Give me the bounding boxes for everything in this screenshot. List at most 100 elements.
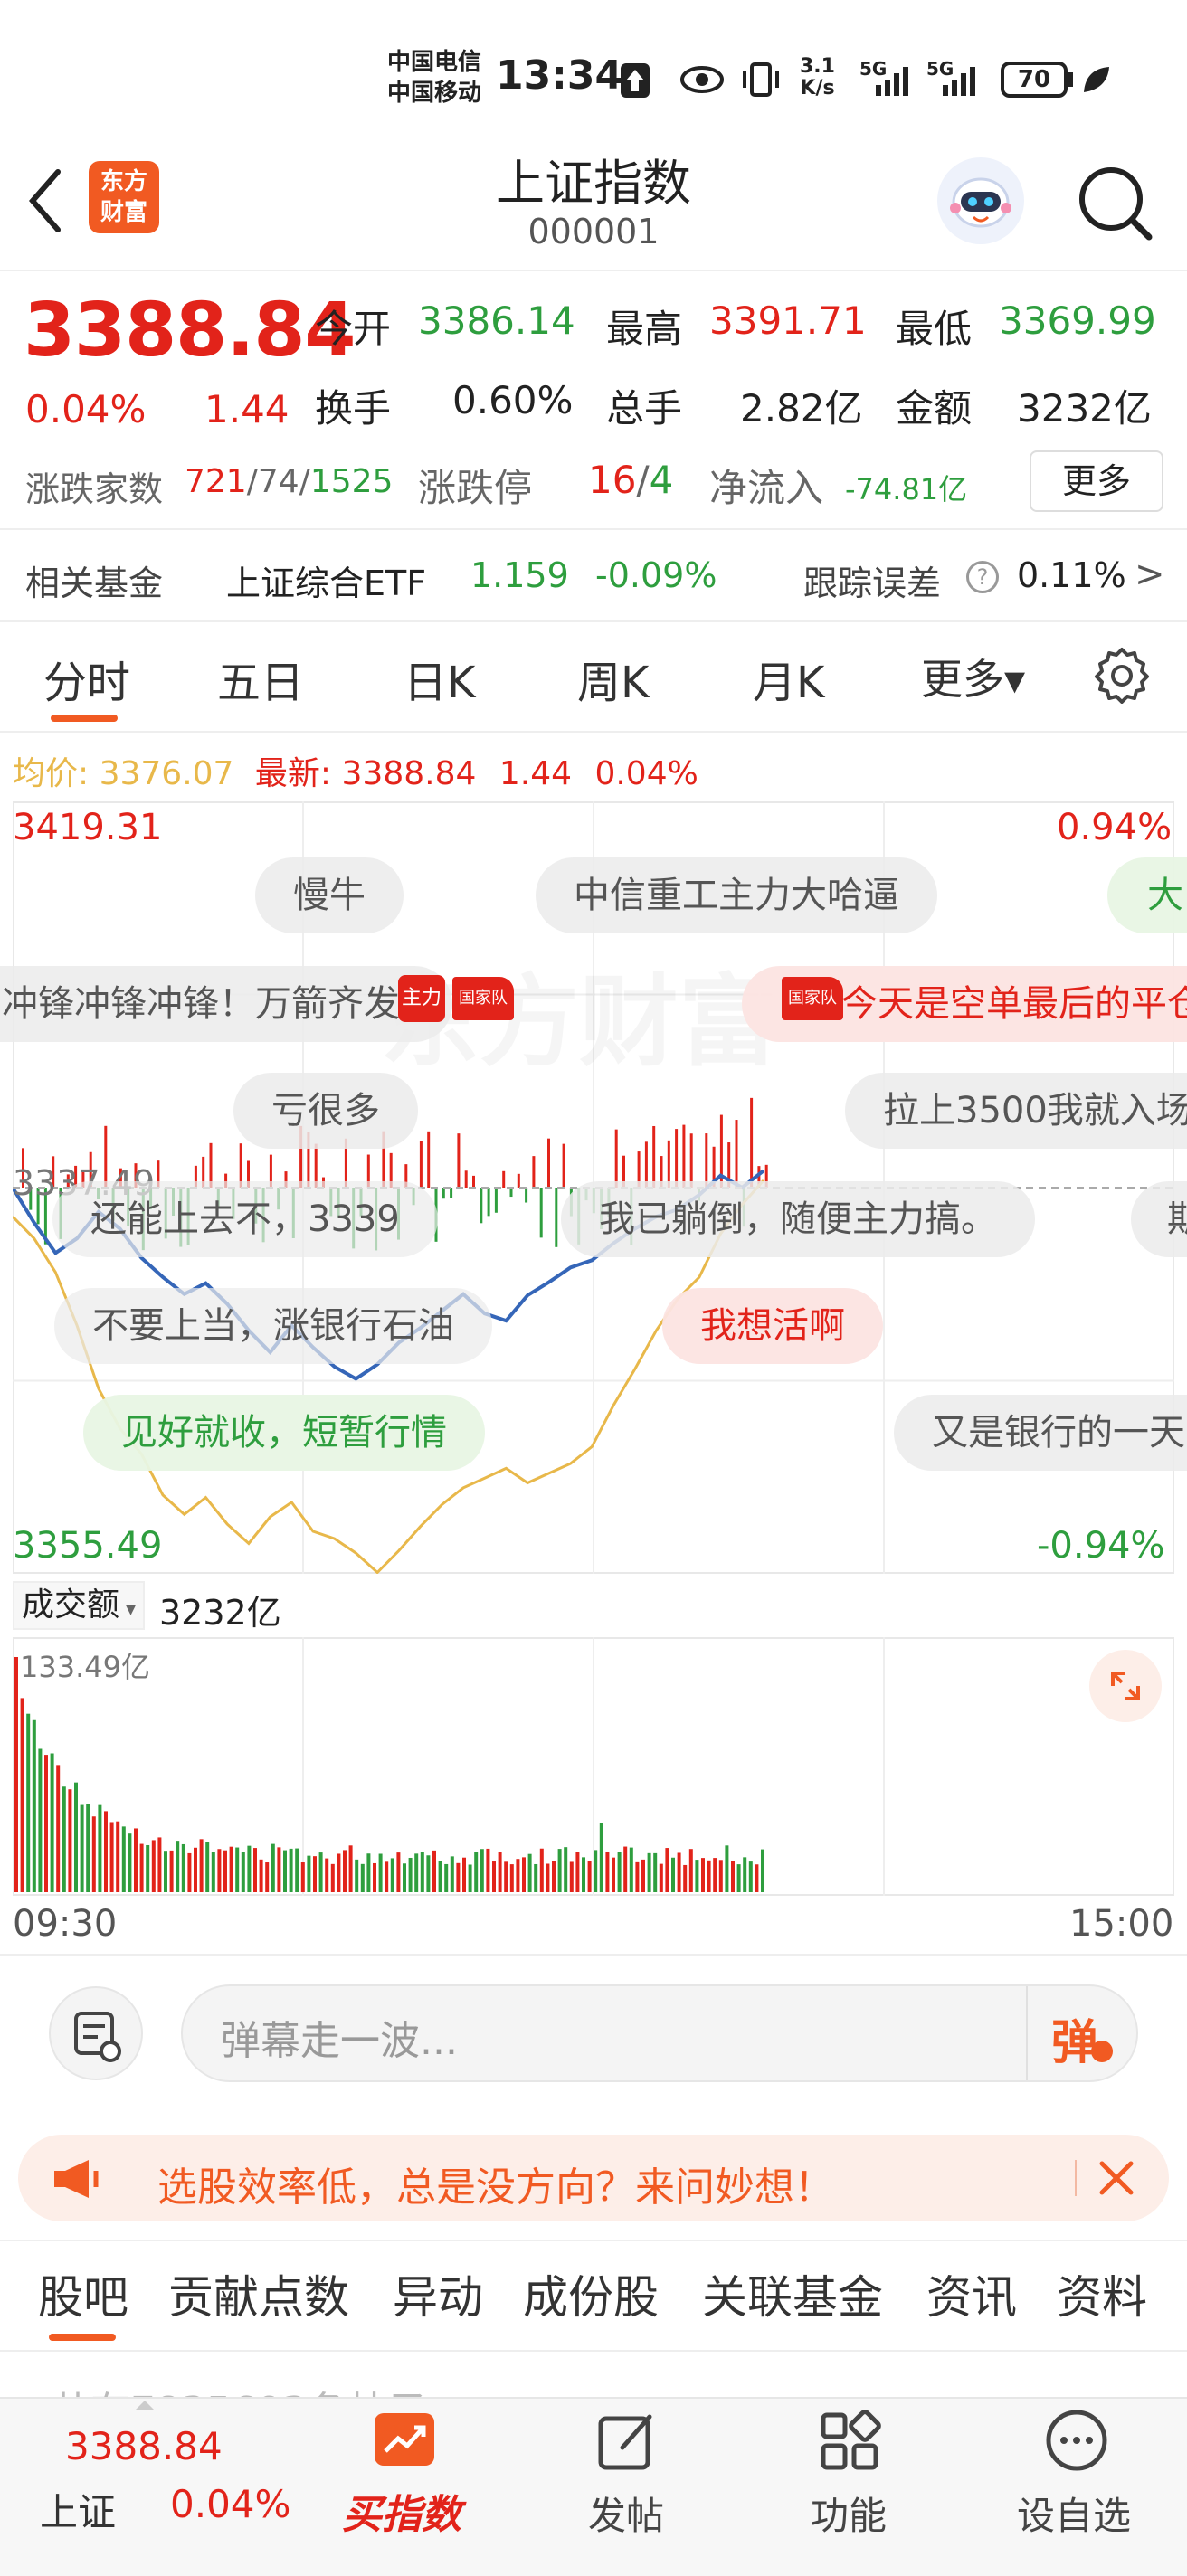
zhuli-badge-icon: 主力 (398, 975, 445, 1022)
danmu-settings-icon[interactable] (49, 1986, 143, 2080)
settings-gear-icon[interactable] (1093, 646, 1151, 707)
volume-bar (736, 1864, 741, 1892)
volume-bar (599, 1823, 603, 1892)
fund-arrow-icon[interactable]: > (1135, 554, 1165, 595)
tab-news[interactable]: 资讯 (926, 2261, 1017, 2326)
volume-bar (748, 1861, 753, 1892)
volume-bar (121, 1826, 126, 1892)
tracking-error-value: 0.11% (1017, 555, 1126, 595)
tick-bar (509, 1188, 513, 1198)
function-button[interactable]: 功能 (811, 2486, 887, 2541)
tab-weekly-k[interactable]: 周K (577, 647, 649, 710)
nav-index-pct[interactable]: 0.04% (170, 2482, 290, 2526)
help-icon[interactable]: ? (966, 561, 999, 593)
fund-name[interactable]: 上证综合ETF (226, 555, 426, 605)
volume-bar (659, 1863, 663, 1892)
more-dots-icon[interactable] (1044, 2408, 1109, 2477)
tab-related-funds[interactable]: 关联基金 (702, 2261, 883, 2326)
tab-more[interactable]: 更多▾ (921, 647, 1025, 706)
tab-anomaly[interactable]: 异动 (393, 2261, 483, 2326)
tab-profile[interactable]: 资料 (1057, 2261, 1147, 2326)
trend-chart-icon[interactable] (375, 2413, 434, 2466)
volume-bar (337, 1853, 341, 1892)
danmu-item[interactable]: 中信重工主力大哈逼 (536, 857, 937, 933)
buy-index-button[interactable]: 买指数 (342, 2482, 461, 2540)
post-button[interactable]: 发帖 (588, 2486, 664, 2541)
volume-bar (647, 1852, 651, 1892)
volume-bar (14, 1657, 18, 1892)
danmu-item[interactable]: 我已躺倒，随便主力搞。 (561, 1181, 1035, 1257)
danmu-item[interactable]: 还能上去不，3339 (52, 1181, 438, 1257)
volume-bar (307, 1855, 311, 1892)
search-icon[interactable] (1075, 163, 1156, 248)
danmu-input[interactable]: 弹幕走一波... 弹 (181, 1984, 1138, 2082)
check-badge-icon (1091, 2041, 1113, 2062)
danmu-send-button[interactable]: 弹 (1051, 2004, 1098, 2072)
danmu-item[interactable]: 亏很多 (233, 1073, 418, 1149)
volume-bar (98, 1804, 102, 1892)
volume-bar (432, 1850, 436, 1892)
ad-banner[interactable]: 选股效率低，总是没方向？来问妙想！ (18, 2135, 1169, 2221)
more-button[interactable]: 更多 (1030, 450, 1163, 512)
danmu-item[interactable]: 见好就收，短暂行情 (83, 1395, 485, 1471)
volume-selector[interactable]: 成交额 ▾ (13, 1581, 146, 1630)
edit-post-icon[interactable] (595, 2410, 659, 2477)
danmu-item[interactable]: 大 (1107, 857, 1187, 933)
volume-bar (575, 1852, 580, 1892)
nav-index-name[interactable]: 上证 (40, 2482, 116, 2537)
expand-icon[interactable] (1089, 1650, 1162, 1722)
adv-label: 涨跌家数 (25, 469, 164, 509)
volume-bar (44, 1755, 48, 1892)
volume-bar (612, 1857, 615, 1892)
volume-bar (187, 1852, 192, 1892)
robot-avatar-icon[interactable] (937, 157, 1024, 244)
tab-monthly-k[interactable]: 月K (753, 647, 824, 710)
volume-bar (283, 1850, 287, 1892)
tab-five-day[interactable]: 五日 (217, 647, 304, 710)
volume-bar (253, 1848, 257, 1892)
volume-bar (164, 1851, 167, 1892)
volume-bar (420, 1852, 424, 1892)
volume-bar (557, 1849, 562, 1892)
close-icon[interactable] (1093, 2155, 1140, 2205)
volume-bar (701, 1858, 705, 1892)
upload-icon (621, 63, 650, 98)
danmu-item[interactable]: 又是银行的一天 (894, 1395, 1187, 1471)
danmu-item[interactable]: 冲锋冲锋冲锋！万箭齐发 (0, 966, 452, 1042)
caret-up-icon (136, 2401, 154, 2410)
volume-bar (91, 1816, 96, 1892)
volume-bar (360, 1863, 365, 1892)
tab-contribution[interactable]: 贡献点数 (168, 2261, 349, 2326)
eye-icon (679, 63, 726, 99)
function-grid-icon[interactable] (818, 2410, 881, 2477)
volume-bar (527, 1853, 532, 1892)
volume-bar (235, 1847, 240, 1892)
danmu-item[interactable]: 不要上当，涨银行石油 (54, 1288, 492, 1364)
tab-constituents[interactable]: 成份股 (523, 2261, 659, 2326)
volume-bar (641, 1859, 645, 1892)
vibrate-icon (740, 60, 782, 103)
volume-bar (492, 1861, 496, 1892)
tick-bar (480, 1188, 483, 1224)
volume-bar (617, 1852, 622, 1892)
tick-bar (652, 1125, 656, 1188)
tab-guba[interactable]: 股吧 (38, 2261, 128, 2326)
volume-chart[interactable] (13, 1637, 1174, 1896)
volume-bar (605, 1851, 610, 1892)
volume-bar (211, 1852, 215, 1892)
danmu-item[interactable]: 慢牛 (255, 857, 404, 933)
nav-index-price[interactable]: 3388.84 (65, 2424, 223, 2468)
tick-bar (675, 1129, 679, 1188)
volume-bar (635, 1861, 640, 1892)
danmu-placeholder: 弹幕走一波... (221, 2018, 458, 2064)
x-end-label: 15:00 (1069, 1903, 1174, 1945)
danmu-item[interactable]: 拉上3500我就入场 (845, 1073, 1187, 1149)
tab-intraday[interactable]: 分时 (43, 647, 130, 710)
turnover-value: 0.60% (452, 378, 574, 422)
danmu-item[interactable]: 我想活啊 (662, 1288, 883, 1364)
volume-value: 2.82亿 (740, 386, 863, 431)
tab-daily-k[interactable]: 日K (404, 647, 475, 710)
volume-bar (450, 1856, 454, 1892)
tick-bar (464, 1170, 468, 1188)
add-favorite-button[interactable]: 设自选 (1017, 2486, 1131, 2541)
